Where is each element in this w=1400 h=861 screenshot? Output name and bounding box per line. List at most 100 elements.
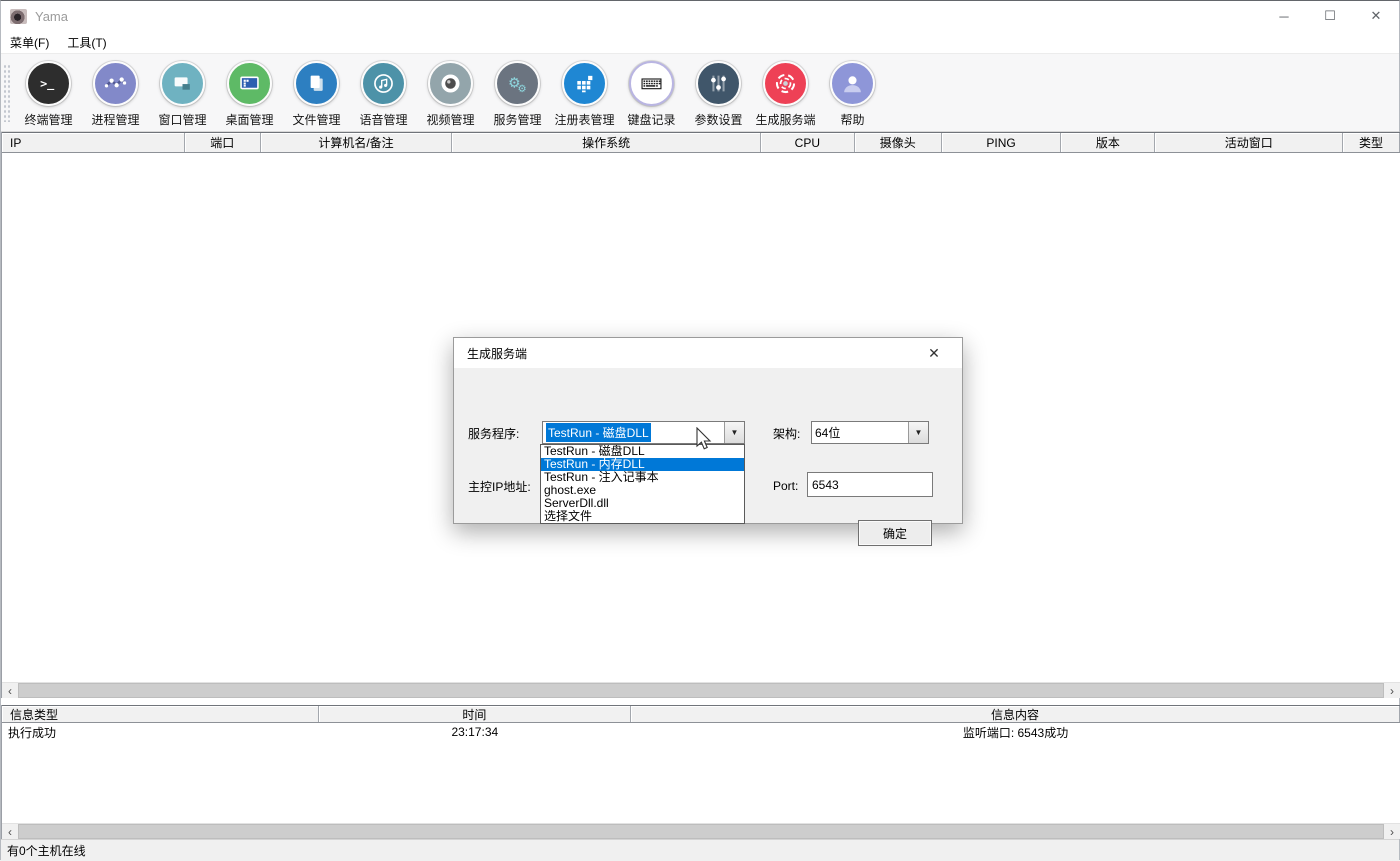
dropdown-item[interactable]: TestRun - 磁盘DLL: [541, 445, 744, 458]
svg-text:⚙: ⚙: [518, 84, 527, 95]
title-bar: Yama ─ ☐ ✕: [1, 1, 1399, 31]
toolbar-button-keylogger[interactable]: 键盘记录: [618, 61, 685, 128]
scroll-right-icon[interactable]: ›: [1384, 824, 1400, 839]
windows-icon: [160, 61, 205, 106]
toolbar-button-service[interactable]: ⚙⚙ 服务管理: [484, 61, 551, 128]
toolbar-button-desktop[interactable]: 桌面管理: [216, 61, 283, 128]
activity-icon: [93, 61, 138, 106]
architecture-label: 架构:: [773, 425, 800, 442]
log-cell: 执行成功: [2, 723, 319, 741]
architecture-value: 64位: [815, 424, 840, 441]
scrollbar-thumb[interactable]: [18, 683, 1384, 698]
dialog-close-icon[interactable]: ✕: [920, 338, 948, 368]
port-label: Port:: [773, 479, 798, 493]
column-header[interactable]: 时间: [319, 706, 632, 722]
scroll-right-icon[interactable]: ›: [1384, 683, 1400, 698]
close-button[interactable]: ✕: [1353, 1, 1399, 31]
column-header[interactable]: 类型: [1343, 133, 1400, 152]
toolbar-button-voice[interactable]: 语音管理: [350, 61, 417, 128]
toolbar-button-build[interactable]: 生成服务端: [752, 61, 819, 128]
log-table-hscrollbar: ‹ ›: [2, 823, 1400, 839]
toolbar-button-label: 生成服务端: [755, 111, 815, 128]
column-header[interactable]: 版本: [1061, 133, 1155, 152]
toolbar-button-video[interactable]: 视频管理: [417, 61, 484, 128]
toolbar-button-settings[interactable]: 参数设置: [685, 61, 752, 128]
dropdown-item[interactable]: TestRun - 注入记事本: [541, 471, 744, 484]
master-ip-label: 主控IP地址:: [468, 478, 531, 495]
toolbar-button-label: 文件管理: [292, 111, 340, 128]
column-header[interactable]: 信息类型: [2, 706, 319, 722]
gears-icon: ⚙⚙: [495, 61, 540, 106]
scroll-left-icon[interactable]: ‹: [2, 683, 18, 698]
window-title: Yama: [35, 9, 68, 24]
service-program-combobox[interactable]: TestRun - 磁盘DLL ▼: [542, 421, 745, 444]
status-bar: 有0个主机在线: [1, 839, 1399, 861]
svg-text:>_: >_: [40, 76, 55, 91]
toolbar-grip-handle[interactable]: [3, 64, 10, 122]
toolbar-button-label: 桌面管理: [225, 111, 273, 128]
scroll-left-icon[interactable]: ‹: [2, 824, 18, 839]
camera-eye-icon: [428, 61, 473, 106]
service-program-value: TestRun - 磁盘DLL: [546, 423, 651, 442]
toolbar-button-label: 注册表管理: [554, 111, 614, 128]
dropdown-item[interactable]: ServerDll.dll: [541, 497, 744, 510]
menu-item-tools[interactable]: 工具(T): [58, 32, 115, 53]
toolbar-button-help[interactable]: 帮助: [819, 61, 886, 128]
column-header[interactable]: 操作系统: [452, 133, 761, 152]
column-header[interactable]: IP: [2, 133, 185, 152]
column-header[interactable]: 端口: [185, 133, 261, 152]
column-header[interactable]: 信息内容: [631, 706, 1400, 722]
dialog-body: 服务程序: TestRun - 磁盘DLL ▼ 架构: 64位 ▼ 主控IP地址…: [454, 368, 962, 525]
app-window: Yama ─ ☐ ✕ 菜单(F)工具(T) >_ 终端管理 进程管理 窗口管理 桌面管理…: [0, 0, 1400, 860]
app-icon: [10, 9, 27, 24]
desktop-icon: [227, 61, 272, 106]
log-row[interactable]: 执行成功23:17:34监听端口: 6543成功: [2, 723, 1400, 741]
toolbar-button-label: 终端管理: [24, 111, 72, 128]
terminal-icon: >_: [26, 61, 71, 106]
help-person-icon: [830, 61, 875, 106]
dropdown-item[interactable]: ghost.exe: [541, 484, 744, 497]
toolbar-button-label: 进程管理: [91, 111, 139, 128]
column-header[interactable]: 活动窗口: [1155, 133, 1343, 152]
audio-icon: [361, 61, 406, 106]
registry-icon: [562, 61, 607, 106]
toolbar-button-label: 视频管理: [426, 111, 474, 128]
menu-bar: 菜单(F)工具(T): [1, 31, 1399, 53]
toolbar-button-file[interactable]: 文件管理: [283, 61, 350, 128]
column-header[interactable]: 摄像头: [855, 133, 942, 152]
toolbar-button-label: 参数设置: [694, 111, 742, 128]
column-header[interactable]: PING: [942, 133, 1062, 152]
build-server-icon: [763, 61, 808, 106]
menu-item-menu[interactable]: 菜单(F): [1, 32, 58, 53]
column-header[interactable]: 计算机名/备注: [261, 133, 453, 152]
log-table-header: 信息类型时间信息内容: [2, 705, 1400, 723]
status-text: 有0个主机在线: [7, 842, 86, 859]
scrollbar-thumb[interactable]: [18, 824, 1384, 839]
maximize-button[interactable]: ☐: [1307, 1, 1353, 31]
chevron-down-icon[interactable]: ▼: [724, 422, 744, 443]
toolbar-button-terminal[interactable]: >_ 终端管理: [15, 61, 82, 128]
toolbar-button-window[interactable]: 窗口管理: [149, 61, 216, 128]
host-table-hscrollbar: ‹ ›: [2, 682, 1400, 698]
service-program-dropdown-list: TestRun - 磁盘DLLTestRun - 内存DLLTestRun - …: [540, 444, 745, 524]
dialog-title: 生成服务端: [467, 345, 527, 362]
chevron-down-icon[interactable]: ▼: [908, 422, 928, 443]
dropdown-item[interactable]: TestRun - 内存DLL: [541, 458, 744, 471]
dropdown-item[interactable]: 选择文件: [541, 510, 744, 523]
toolbar-button-process[interactable]: 进程管理: [82, 61, 149, 128]
host-table-header: IP端口计算机名/备注操作系统CPU摄像头PING版本活动窗口类型: [2, 132, 1400, 153]
architecture-combobox[interactable]: 64位 ▼: [811, 421, 929, 444]
dialog-title-bar: 生成服务端 ✕: [454, 338, 962, 368]
toolbar-button-label: 帮助: [840, 111, 864, 128]
minimize-button[interactable]: ─: [1261, 1, 1307, 31]
files-icon: [294, 61, 339, 106]
port-input[interactable]: [807, 472, 933, 497]
column-header[interactable]: CPU: [761, 133, 855, 152]
toolbar: >_ 终端管理 进程管理 窗口管理 桌面管理 文件管理语音管理视频管理 ⚙⚙ 服务管理注册表管…: [1, 53, 1399, 132]
ok-button[interactable]: 确定: [858, 520, 932, 546]
toolbar-button-registry[interactable]: 注册表管理: [551, 61, 618, 128]
toolbar-button-label: 窗口管理: [158, 111, 206, 128]
toolbar-button-label: 服务管理: [493, 111, 541, 128]
keyboard-icon: [629, 61, 674, 106]
log-list: 信息类型时间信息内容 执行成功23:17:34监听端口: 6543成功 ‹ ›: [1, 705, 1400, 839]
